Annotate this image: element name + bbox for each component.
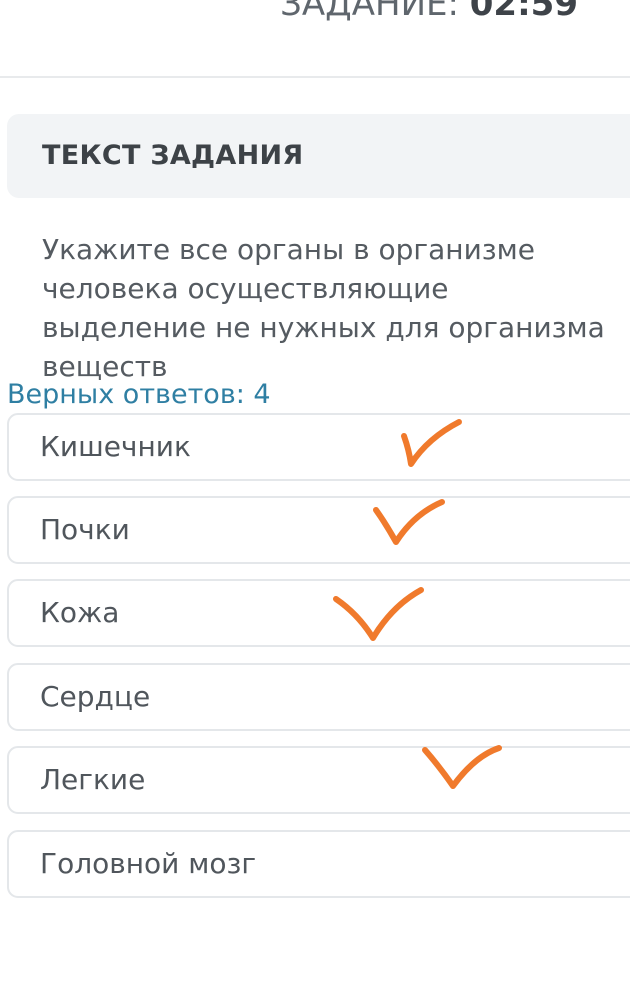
- task-text-heading: ТЕКСТ ЗАДАНИЯ: [42, 140, 304, 171]
- handwritten-checkmark-icon: [373, 499, 445, 545]
- correct-answers-count: Верных ответов: 4: [7, 379, 271, 410]
- answer-option-brain[interactable]: Головной мозг: [7, 830, 630, 898]
- answer-option-label: Сердце: [40, 680, 151, 713]
- answer-option-label: Головной мозг: [40, 847, 257, 880]
- handwritten-checkmark-icon: [333, 587, 424, 641]
- question-text: Укажите все органы в организме человека …: [42, 233, 605, 383]
- answer-option-heart[interactable]: Сердце: [7, 663, 630, 731]
- answer-option-label: Легкие: [40, 763, 146, 796]
- handwritten-checkmark-icon: [422, 745, 502, 789]
- handwritten-checkmark-icon: [401, 419, 462, 467]
- answer-option-skin[interactable]: Кожа: [7, 579, 630, 647]
- task-text-header: ТЕКСТ ЗАДАНИЯ: [7, 114, 630, 198]
- timer-value: 02:59: [469, 0, 578, 24]
- answer-option-kidneys[interactable]: Почки: [7, 496, 630, 564]
- timer-bar: ЗАДАНИЕ: 02:59: [0, 0, 630, 78]
- answer-option-intestine[interactable]: Кишечник: [7, 413, 630, 481]
- timer-label: ЗАДАНИЕ:: [280, 0, 459, 24]
- task-timer: ЗАДАНИЕ: 02:59: [280, 0, 578, 26]
- answer-option-label: Кожа: [40, 596, 120, 629]
- answer-option-lungs[interactable]: Легкие: [7, 746, 630, 814]
- answer-option-label: Кишечник: [40, 430, 191, 463]
- answer-option-label: Почки: [40, 513, 130, 546]
